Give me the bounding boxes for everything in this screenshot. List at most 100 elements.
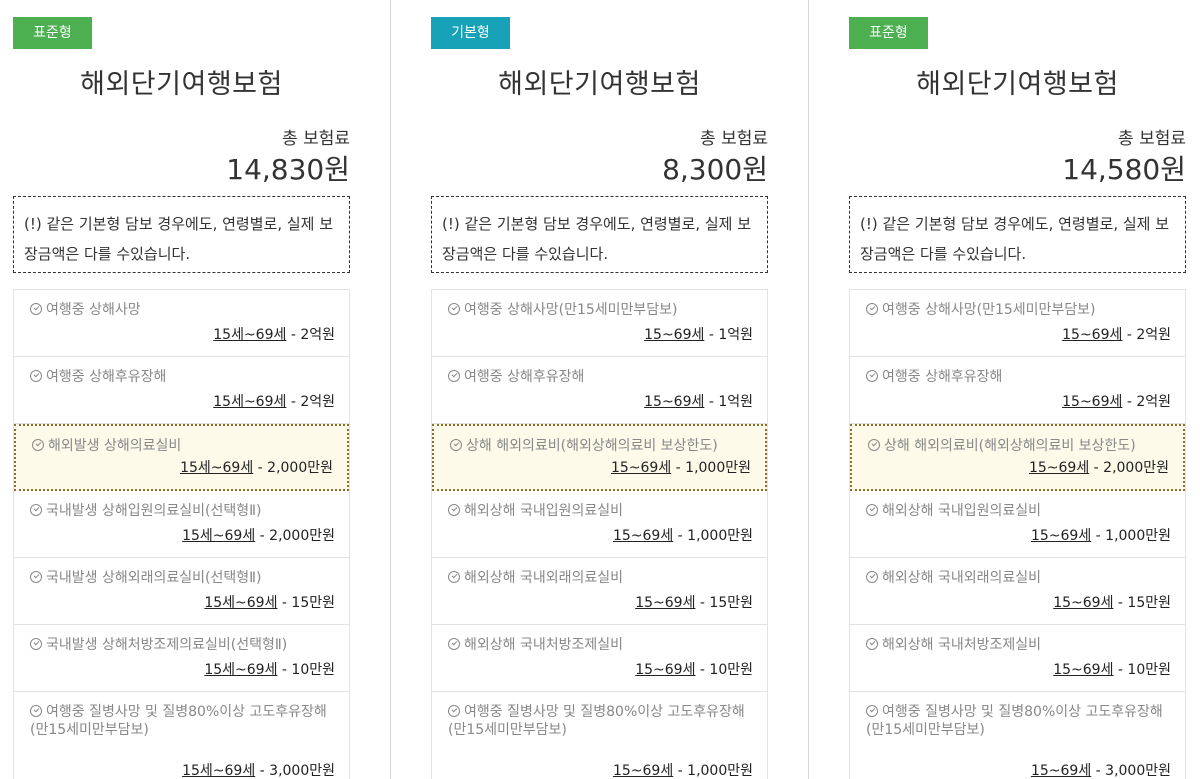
coverage-value: - 2억원 (1122, 327, 1171, 343)
notice-box: (!) 같은 기본형 담보 경우에도, 연령별로, 실제 보장금액은 다를 수있… (13, 196, 350, 273)
coverage-item: 여행중 상해후유장해 15~69세 - 1억원 (432, 357, 767, 424)
coverage-label: 해외상해 국내입원의료실비 (882, 503, 1042, 519)
age-range: 15~69세 (1028, 460, 1090, 476)
coverage-item: 해외상해 국내외래의료실비 15~69세 - 15만원 (850, 558, 1185, 625)
coverage-amount: 15~69세 - 1억원 (644, 324, 753, 344)
check-circle-icon (30, 504, 42, 516)
coverage-label: 여행중 질병사망 및 질병80%이상 고도후유장해(만15세미만부담보) (30, 704, 327, 738)
coverage-amount: 15~69세 - 2,000만원 (1029, 457, 1169, 477)
coverage-item: 해외상해 국내처방조제실비 15~69세 - 10만원 (432, 625, 767, 692)
coverage-amount: 15~69세 - 15만원 (635, 592, 753, 612)
check-circle-icon (448, 303, 460, 315)
coverage-item: 여행중 질병사망 및 질병80%이상 고도후유장해(만15세미만부담보) 15~6… (432, 692, 767, 779)
check-circle-icon (30, 303, 42, 315)
plan-type-badge: 기본형 (431, 17, 510, 49)
coverage-label: 해외발생 상해의료실비 (48, 438, 182, 454)
coverage-amount: 15세~69세 - 2,000만원 (182, 525, 335, 545)
check-circle-icon (868, 439, 880, 451)
coverage-value: - 1,000만원 (673, 528, 753, 544)
plan-title: 해외단기여행보험 (498, 69, 701, 100)
check-circle-icon (32, 439, 44, 451)
coverage-label: 여행중 상해사망(만15세미만부담보) (464, 302, 678, 318)
age-range: 15~69세 (635, 595, 696, 611)
coverage-value: - 3,000만원 (1091, 763, 1171, 779)
coverage-amount: 15세~69세 - 3,000만원 (182, 760, 335, 779)
check-circle-icon (866, 303, 878, 315)
coverage-amount: 15~69세 - 2억원 (1062, 324, 1171, 344)
coverage-label: 해외상해 국내처방조제실비 (464, 637, 624, 653)
column-divider (808, 0, 809, 779)
coverage-label: 국내발생 상해외래의료실비(선택형Ⅱ) (46, 570, 262, 586)
check-circle-icon (448, 638, 460, 650)
coverage-amount: 15~69세 - 10만원 (635, 659, 753, 679)
check-circle-icon (448, 571, 460, 583)
coverage-label: 해외상해 국내입원의료실비 (464, 503, 624, 519)
check-circle-icon (866, 370, 878, 382)
coverage-label: 해외상해 국내외래의료실비 (464, 570, 624, 586)
age-range: 15세~69세 (213, 394, 287, 410)
age-range: 15~69세 (644, 327, 705, 343)
coverage-value: - 15만원 (277, 595, 335, 611)
coverage-value: - 2억원 (1122, 394, 1171, 410)
check-circle-icon (30, 571, 42, 583)
coverage-label: 여행중 상해후유장해 (46, 369, 167, 385)
check-circle-icon (450, 439, 462, 451)
age-range: 15~69세 (1053, 662, 1114, 678)
plan-type-badge: 표준형 (13, 17, 92, 49)
age-range: 15세~69세 (213, 327, 287, 343)
total-premium-label: 총 보험료 (1118, 129, 1186, 149)
total-premium-value: 8,300원 (662, 153, 768, 186)
coverage-amount: 15세~69세 - 2억원 (213, 391, 335, 411)
coverage-amount: 15~69세 - 1,000만원 (611, 457, 751, 477)
coverage-value: - 1억원 (704, 327, 753, 343)
coverage-value: - 10만원 (695, 662, 753, 678)
coverage-amount: 15~69세 - 2억원 (1062, 391, 1171, 411)
coverage-label: 국내발생 상해입원의료실비(선택형Ⅱ) (46, 503, 262, 519)
coverage-value: - 1,000만원 (1091, 528, 1171, 544)
check-circle-icon (448, 504, 460, 516)
coverage-item: 여행중 상해사망 15세~69세 - 2억원 (14, 290, 349, 357)
coverage-item: 해외상해 국내입원의료실비 15~69세 - 1,000만원 (850, 491, 1185, 558)
coverage-value: - 15만원 (695, 595, 753, 611)
coverage-amount: 15~69세 - 1,000만원 (613, 525, 753, 545)
coverage-value: - 2,000만원 (1089, 460, 1169, 476)
plan-card: 표준형 해외단기여행보험 총 보험료 14,580원 (!) 같은 기본형 담보… (849, 0, 1186, 779)
coverage-value: - 1,000만원 (673, 763, 753, 779)
check-circle-icon (30, 370, 42, 382)
coverage-value: - 2,000만원 (253, 460, 333, 476)
coverage-value: - 2억원 (286, 394, 335, 410)
coverage-item: 여행중 상해후유장해 15~69세 - 2억원 (850, 357, 1185, 424)
coverage-label: 해외상해 국내외래의료실비 (882, 570, 1042, 586)
age-range: 15세~69세 (182, 763, 256, 779)
coverage-list: 여행중 상해사망 15세~69세 - 2억원 여행중 상해후유장해 15세~69세 … (13, 289, 350, 779)
coverage-item: 국내발생 상해처방조제의료실비(선택형Ⅱ) 15세~69세 - 10만원 (14, 625, 349, 692)
coverage-item: 여행중 질병사망 및 질병80%이상 고도후유장해(만15세미만부담보) 15~6… (850, 692, 1185, 779)
check-circle-icon (448, 370, 460, 382)
coverage-label: 상해 해외의료비(해외상해의료비 보상한도) (466, 438, 718, 454)
coverage-amount: 15~69세 - 1,000만원 (613, 760, 753, 779)
coverage-amount: 15~69세 - 1억원 (644, 391, 753, 411)
coverage-value: - 10만원 (1113, 662, 1171, 678)
coverage-amount: 15세~69세 - 2,000만원 (180, 457, 333, 477)
coverage-amount: 15~69세 - 3,000만원 (1031, 760, 1171, 779)
age-range: 15~69세 (1053, 595, 1114, 611)
coverage-item: 해외상해 국내입원의료실비 15~69세 - 1,000만원 (432, 491, 767, 558)
coverage-value: - 15만원 (1113, 595, 1171, 611)
age-range: 15세~69세 (204, 662, 278, 678)
check-circle-icon (30, 638, 42, 650)
coverage-label: 여행중 상해사망(만15세미만부담보) (882, 302, 1096, 318)
coverage-amount: 15~69세 - 15만원 (1053, 592, 1171, 612)
check-circle-icon (866, 504, 878, 516)
notice-box: (!) 같은 기본형 담보 경우에도, 연령별로, 실제 보장금액은 다를 수있… (431, 196, 768, 273)
coverage-label: 여행중 질병사망 및 질병80%이상 고도후유장해(만15세미만부담보) (866, 704, 1163, 738)
coverage-amount: 15세~69세 - 2억원 (213, 324, 335, 344)
check-circle-icon (30, 705, 42, 717)
total-premium-label: 총 보험료 (282, 129, 350, 149)
coverage-item: 여행중 상해사망(만15세미만부담보) 15~69세 - 1억원 (432, 290, 767, 357)
coverage-label: 여행중 상해후유장해 (882, 369, 1003, 385)
coverage-value: - 2,000만원 (255, 528, 335, 544)
coverage-amount: 15~69세 - 1,000만원 (1031, 525, 1171, 545)
age-range: 15세~69세 (204, 595, 278, 611)
check-circle-icon (866, 638, 878, 650)
coverage-label: 상해 해외의료비(해외상해의료비 보상한도) (884, 438, 1136, 454)
